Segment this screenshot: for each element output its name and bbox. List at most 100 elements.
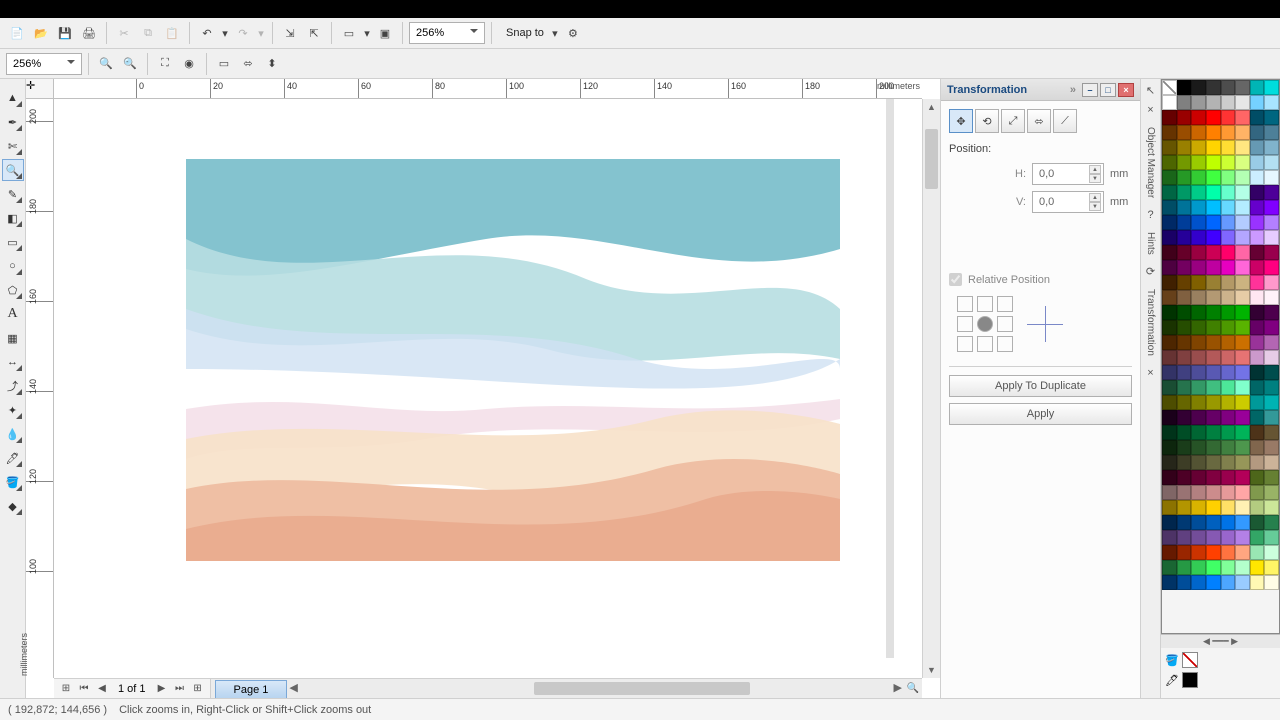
color-swatch[interactable] xyxy=(1264,260,1279,275)
size-mode-button[interactable]: ⬄ xyxy=(1027,109,1051,133)
color-swatch[interactable] xyxy=(1221,545,1236,560)
color-swatch[interactable] xyxy=(1235,395,1250,410)
color-swatch[interactable] xyxy=(1264,305,1279,320)
object-manager-tab[interactable]: Object Manager xyxy=(1143,123,1158,202)
color-swatch[interactable] xyxy=(1250,425,1265,440)
docker-collapse-button[interactable]: » xyxy=(1070,84,1076,96)
color-swatch[interactable] xyxy=(1221,530,1236,545)
zoom-select[interactable]: 256% xyxy=(409,22,485,44)
color-swatch[interactable] xyxy=(1162,200,1177,215)
color-swatch[interactable] xyxy=(1177,230,1192,245)
color-swatch[interactable] xyxy=(1206,560,1221,575)
color-swatch[interactable] xyxy=(1221,560,1236,575)
current-fill-swatch[interactable] xyxy=(1182,652,1198,668)
color-swatch[interactable] xyxy=(1162,245,1177,260)
color-swatch[interactable] xyxy=(1264,140,1279,155)
color-swatch[interactable] xyxy=(1235,215,1250,230)
import-button[interactable]: ⇲ xyxy=(279,22,301,44)
color-swatch[interactable] xyxy=(1206,485,1221,500)
color-swatch[interactable] xyxy=(1250,515,1265,530)
hints-tab[interactable]: Hints xyxy=(1143,228,1158,259)
docker-close-button[interactable]: × xyxy=(1118,83,1134,97)
zoom-selection-button[interactable]: ⛶ xyxy=(154,53,176,75)
color-swatch[interactable] xyxy=(1162,455,1177,470)
color-swatch[interactable] xyxy=(1191,515,1206,530)
color-swatch[interactable] xyxy=(1264,395,1279,410)
vertical-scrollbar[interactable]: ▲▼ xyxy=(922,99,940,678)
color-swatch[interactable] xyxy=(1191,485,1206,500)
palette-scroll[interactable]: ◀ ━━━ ▶ xyxy=(1161,634,1280,648)
color-swatch[interactable] xyxy=(1162,560,1177,575)
color-swatch[interactable] xyxy=(1221,245,1236,260)
color-swatch[interactable] xyxy=(1191,425,1206,440)
color-swatch[interactable] xyxy=(1177,410,1192,425)
color-swatch[interactable] xyxy=(1162,155,1177,170)
position-mode-button[interactable]: ✥ xyxy=(949,109,973,133)
color-swatch[interactable] xyxy=(1206,260,1221,275)
color-swatch[interactable] xyxy=(1250,485,1265,500)
scale-mode-button[interactable]: ⤢ xyxy=(1001,109,1025,133)
color-swatch[interactable] xyxy=(1162,365,1177,380)
color-swatch[interactable] xyxy=(1162,260,1177,275)
color-swatch[interactable] xyxy=(1264,110,1279,125)
color-swatch[interactable] xyxy=(1162,440,1177,455)
color-swatch[interactable] xyxy=(1177,350,1192,365)
color-swatch[interactable] xyxy=(1177,80,1192,95)
color-swatch[interactable] xyxy=(1264,335,1279,350)
color-swatch[interactable] xyxy=(1221,455,1236,470)
h-position-input[interactable]: 0,0▲▼ xyxy=(1032,163,1104,185)
zoom-all-button[interactable]: ◉ xyxy=(178,53,200,75)
color-swatch[interactable] xyxy=(1206,395,1221,410)
color-swatch[interactable] xyxy=(1191,80,1206,95)
color-swatch[interactable] xyxy=(1206,215,1221,230)
color-swatch[interactable] xyxy=(1235,470,1250,485)
color-swatch[interactable] xyxy=(1221,335,1236,350)
docker-minimize-button[interactable]: – xyxy=(1082,83,1098,97)
color-swatch[interactable] xyxy=(1235,530,1250,545)
color-swatch[interactable] xyxy=(1191,395,1206,410)
color-swatch[interactable] xyxy=(1206,410,1221,425)
tab-close-icon[interactable]: × xyxy=(1144,103,1158,117)
outline-tool[interactable]: 🖊 xyxy=(2,447,24,469)
color-swatch[interactable] xyxy=(1191,335,1206,350)
color-swatch[interactable] xyxy=(1250,260,1265,275)
color-swatch[interactable] xyxy=(1177,380,1192,395)
color-swatch[interactable] xyxy=(1162,125,1177,140)
color-swatch[interactable] xyxy=(1221,185,1236,200)
color-swatch[interactable] xyxy=(1235,305,1250,320)
interactive-fill-tool[interactable]: ◆ xyxy=(2,495,24,517)
color-swatch[interactable] xyxy=(1162,425,1177,440)
transformation-tab[interactable]: Transformation xyxy=(1143,285,1158,360)
horizontal-ruler[interactable] xyxy=(54,79,922,99)
dimension-tool[interactable]: ↔ xyxy=(2,351,24,373)
color-swatch[interactable] xyxy=(1162,395,1177,410)
polygon-tool[interactable]: ⬠ xyxy=(2,279,24,301)
color-swatch[interactable] xyxy=(1221,170,1236,185)
color-swatch[interactable] xyxy=(1206,200,1221,215)
color-swatch[interactable] xyxy=(1264,290,1279,305)
fill-tool[interactable]: 🪣 xyxy=(2,471,24,493)
color-swatch[interactable] xyxy=(1177,560,1192,575)
rectangle-tool[interactable]: ▭ xyxy=(2,231,24,253)
color-swatch[interactable] xyxy=(1221,320,1236,335)
pick-tool[interactable]: ▲ xyxy=(2,87,24,109)
color-swatch[interactable] xyxy=(1221,275,1236,290)
color-swatch[interactable] xyxy=(1191,500,1206,515)
color-swatch[interactable] xyxy=(1235,380,1250,395)
color-swatch[interactable] xyxy=(1177,125,1192,140)
color-swatch[interactable] xyxy=(1162,95,1177,110)
color-swatch[interactable] xyxy=(1221,380,1236,395)
color-swatch[interactable] xyxy=(1250,95,1265,110)
color-swatch[interactable] xyxy=(1264,500,1279,515)
color-swatch[interactable] xyxy=(1162,485,1177,500)
color-swatch[interactable] xyxy=(1235,320,1250,335)
color-swatch[interactable] xyxy=(1191,170,1206,185)
color-swatch[interactable] xyxy=(1177,440,1192,455)
color-swatch[interactable] xyxy=(1235,515,1250,530)
color-swatch[interactable] xyxy=(1162,80,1177,95)
color-swatch[interactable] xyxy=(1235,500,1250,515)
color-swatch[interactable] xyxy=(1162,470,1177,485)
color-swatch[interactable] xyxy=(1191,290,1206,305)
color-swatch[interactable] xyxy=(1250,185,1265,200)
color-swatch[interactable] xyxy=(1250,215,1265,230)
